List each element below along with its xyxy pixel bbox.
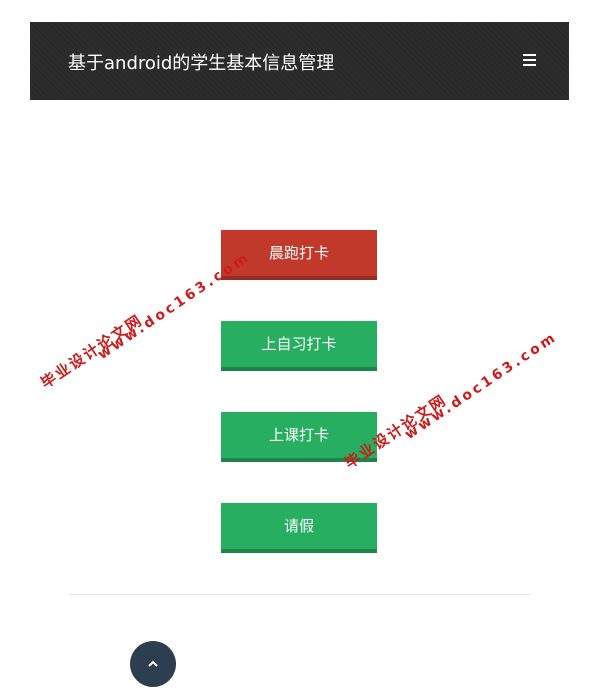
watermark-right-url: www.doc163.com xyxy=(402,329,560,443)
morning-run-checkin-button[interactable]: 晨跑打卡 xyxy=(221,230,377,280)
watermark-site-name: 毕业设计论文网 xyxy=(37,310,147,393)
leave-request-button[interactable]: 请假 xyxy=(221,503,377,553)
app-title: 基于android的学生基本信息管理 xyxy=(68,53,335,74)
chevron-up-icon xyxy=(148,660,158,667)
self-study-checkin-button[interactable]: 上自习打卡 xyxy=(221,321,377,371)
watermark-url: www.doc163.com xyxy=(402,328,561,443)
footer-divider xyxy=(69,594,530,595)
class-checkin-button[interactable]: 上课打卡 xyxy=(221,412,377,462)
back-to-top-button[interactable] xyxy=(130,641,176,687)
watermark-left: 毕业设计论文网 xyxy=(36,309,146,393)
menu-button[interactable] xyxy=(523,54,537,68)
menu-icon xyxy=(523,54,537,66)
top-navbar: 基于android的学生基本信息管理 xyxy=(30,22,569,100)
